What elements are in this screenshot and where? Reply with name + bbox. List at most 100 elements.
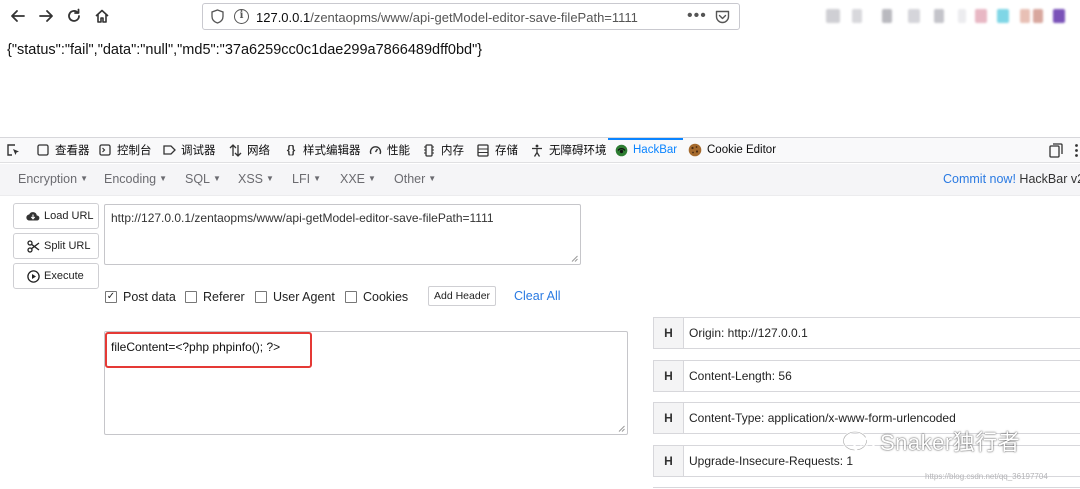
caret-down-icon: ▼ [428,174,437,183]
menu-encryption[interactable]: Encryption ▼ [18,172,88,186]
forward-arrow-icon [39,10,53,22]
element-picker-button[interactable] [6,138,25,162]
blurred-extension-icon[interactable] [1020,9,1030,23]
cookies-option[interactable]: Cookies [345,288,408,306]
split-url-button[interactable]: Split URL [13,233,99,259]
red-highlight-annotation [105,332,312,368]
dock-side-icon[interactable] [1049,143,1063,158]
accessibility-icon [530,143,544,157]
header-value[interactable]: Origin: http://127.0.0.1 [689,326,808,340]
option-label: Cookies [363,290,409,304]
url-path: /zentaopms/www/api-getModel-editor-save-… [310,10,638,25]
post-data-option[interactable]: ✓ Post data [105,288,176,306]
tab-label: 调试器 [181,145,216,157]
resize-grip-icon[interactable] [618,425,625,432]
blurred-extension-icon[interactable] [1053,9,1065,23]
referer-option[interactable]: Referer [185,288,245,306]
blurred-extension-icon[interactable] [826,9,840,23]
commit-area: Commit now! HackBar v2 [943,172,1080,186]
blurred-extension-icon[interactable] [882,9,892,23]
load-url-button[interactable]: Load URL [13,203,99,229]
tab-label: 无障碍环境 [549,145,607,157]
tab-memory[interactable]: 内存 [422,138,464,162]
option-label: Post data [123,290,176,304]
load-url-label: Load URL [44,210,94,222]
header-key-label: H [654,403,684,433]
menu-other[interactable]: Other ▼ [394,172,436,186]
tab-hackbar[interactable]: HackBar [607,138,684,162]
caret-down-icon: ▼ [159,174,168,183]
blurred-extension-icon[interactable] [934,9,944,23]
tab-console[interactable]: 控制台 [98,138,152,162]
menu-xss[interactable]: XSS ▼ [238,172,274,186]
play-circle-icon [26,269,40,283]
home-icon [95,9,109,23]
tab-storage[interactable]: 存储 [476,138,518,162]
tab-accessibility[interactable]: 无障碍环境 [530,138,607,162]
forward-button[interactable] [34,4,58,28]
storage-icon [476,143,490,157]
header-row[interactable]: H Content-Length: 56 [653,360,1080,392]
cloud-download-icon [26,209,40,223]
tab-cookie-editor[interactable]: Cookie Editor [688,138,776,162]
tracking-shield-icon[interactable] [211,9,224,24]
blurred-extension-icon[interactable] [1033,9,1043,23]
user-agent-checkbox[interactable] [255,291,267,303]
execute-label: Execute [44,270,84,282]
wechat-logo-icon [842,430,875,455]
tab-debugger[interactable]: 调试器 [162,138,216,162]
header-value[interactable]: Content-Type: application/x-www-form-url… [689,411,956,425]
tab-label: 存储 [495,145,518,157]
tab-network[interactable]: 网络 [228,138,270,162]
post-data-checkbox[interactable]: ✓ [105,291,117,303]
blurred-extension-icon[interactable] [975,9,987,23]
caret-down-icon: ▼ [368,174,376,183]
referer-checkbox[interactable] [185,291,197,303]
execute-button[interactable]: Execute [13,263,99,289]
add-header-button[interactable]: Add Header [428,286,497,306]
address-bar[interactable]: i 127.0.0.1/zentaopms/www/api-getModel-e… [202,3,740,30]
back-button[interactable] [6,4,30,28]
pocket-icon[interactable] [715,10,730,24]
header-value[interactable]: Content-Length: 56 [689,369,792,383]
url-text[interactable]: 127.0.0.1/zentaopms/www/api-getModel-edi… [256,10,638,25]
tab-performance[interactable]: 性能 [368,138,410,162]
menu-xxe[interactable]: XXE ▼ [340,172,376,186]
caret-down-icon: ▼ [213,174,221,183]
style-editor-icon: {} [286,144,296,156]
menu-lfi[interactable]: LFI ▼ [292,172,321,186]
clear-all-link[interactable]: Clear All [514,289,561,303]
tab-inspector[interactable]: 查看器 [36,138,90,162]
hackbar-icon [614,143,628,157]
tab-label: 样式编辑器 [303,145,361,157]
tab-label: 查看器 [55,145,90,157]
more-options-icon[interactable] [1074,143,1079,158]
menu-sql[interactable]: SQL ▼ [185,172,221,186]
blurred-extension-icon[interactable] [997,9,1009,23]
header-key-label: H [654,361,684,391]
blurred-extension-icon[interactable] [852,9,862,23]
header-row[interactable]: H Origin: http://127.0.0.1 [653,317,1080,349]
page-actions-menu-icon[interactable]: ••• [687,7,707,25]
option-label: Referer [203,290,245,304]
header-key-label: H [654,446,684,476]
browser-toolbar: i 127.0.0.1/zentaopms/www/api-getModel-e… [0,0,1080,34]
url-textarea-value: http://127.0.0.1/zentaopms/www/api-getMo… [111,211,494,225]
resize-grip-icon[interactable] [571,255,578,262]
menu-encoding[interactable]: Encoding ▼ [104,172,167,186]
tab-style-editor[interactable]: {} 样式编辑器 [284,138,361,162]
home-button[interactable] [90,4,114,28]
blurred-extension-icon[interactable] [908,9,920,23]
blurred-extension-icon[interactable] [958,9,966,23]
cookies-checkbox[interactable] [345,291,357,303]
menu-label: XSS [238,172,264,186]
element-picker-icon [6,143,20,157]
menu-label: XXE [340,172,366,186]
user-agent-option[interactable]: User Agent [255,288,335,306]
menu-label: LFI [292,172,311,186]
site-info-icon[interactable]: i [234,9,249,24]
reload-button[interactable] [62,4,86,28]
commit-now-link[interactable]: Commit now! [943,172,1016,186]
url-textarea[interactable]: http://127.0.0.1/zentaopms/www/api-getMo… [104,204,581,265]
header-value[interactable]: Upgrade-Insecure-Requests: 1 [689,454,853,468]
